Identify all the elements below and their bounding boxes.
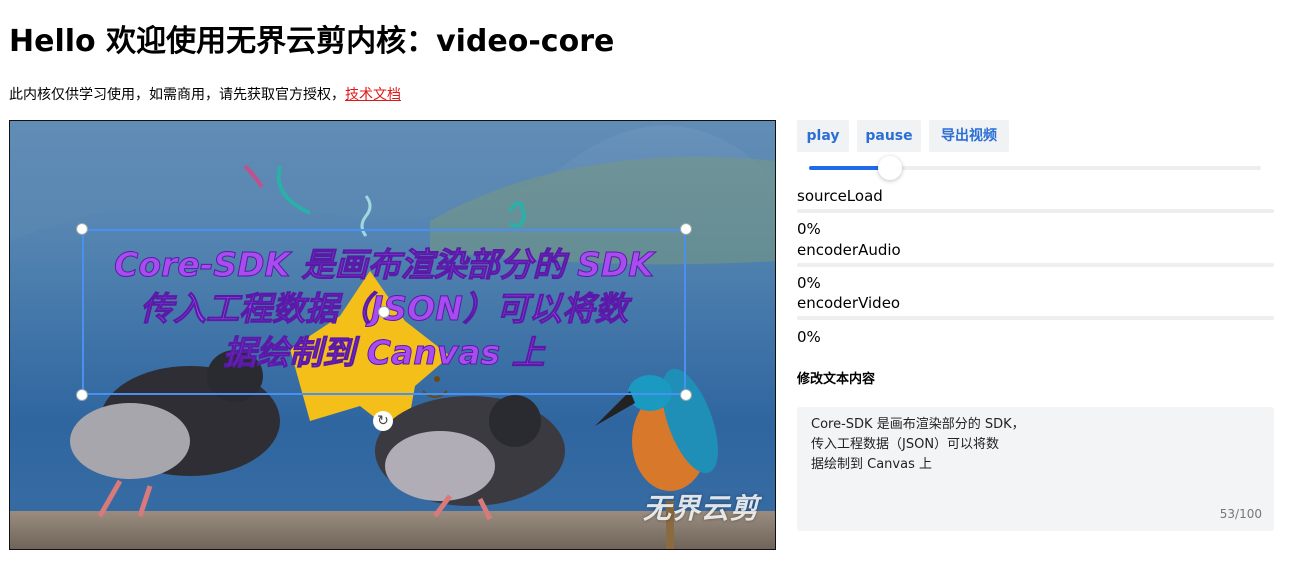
progress-bar-encoder-video bbox=[797, 316, 1274, 320]
play-button[interactable]: play bbox=[797, 120, 849, 152]
progress-label-encoder-video: encoderVideo bbox=[797, 294, 901, 312]
license-notice: 此内核仅供学习使用，如需商用，请先获取官方授权，技术文档 bbox=[9, 85, 401, 105]
char-counter: 53/100 bbox=[1219, 507, 1262, 521]
progress-value-encoder-audio: 0% bbox=[797, 274, 821, 292]
page-title: Hello 欢迎使用无界云剪内核：video-core bbox=[9, 24, 615, 59]
pause-button[interactable]: pause bbox=[857, 120, 921, 152]
slider-thumb[interactable] bbox=[878, 156, 903, 180]
progress-value-source-load: 0% bbox=[797, 220, 821, 238]
edit-text-title: 修改文本内容 bbox=[797, 372, 876, 387]
resize-handle-top-left[interactable] bbox=[76, 223, 88, 235]
textarea-content[interactable]: Core-SDK 是画布渲染部分的 SDK， 传入工程数据（JSON）可以将数 … bbox=[811, 415, 1260, 475]
progress-bar-source-load bbox=[797, 209, 1274, 213]
progress-label-encoder-audio: encoderAudio bbox=[797, 241, 901, 259]
progress-label-source-load: sourceLoad bbox=[797, 187, 883, 205]
doc-link[interactable]: 技术文档 bbox=[345, 87, 401, 103]
notice-text: 此内核仅供学习使用，如需商用，请先获取官方授权， bbox=[9, 87, 345, 103]
resize-handle-center[interactable] bbox=[378, 306, 390, 318]
video-canvas[interactable]: Core-SDK 是画布渲染部分的 SDK 传入工程数据（JSON）可以将数 据… bbox=[9, 120, 776, 550]
resize-handle-bottom-right[interactable] bbox=[680, 389, 692, 401]
caption-line: 据绘制到 Canvas 上 bbox=[223, 333, 545, 373]
caption-textarea[interactable]: Core-SDK 是画布渲染部分的 SDK， 传入工程数据（JSON）可以将数 … bbox=[797, 407, 1274, 531]
rotate-icon[interactable]: ↻ bbox=[373, 411, 393, 431]
resize-handle-bottom-left[interactable] bbox=[76, 389, 88, 401]
resize-handle-top-right[interactable] bbox=[680, 223, 692, 235]
playback-slider[interactable] bbox=[809, 156, 1261, 180]
watermark-logo: 无界云剪 bbox=[642, 492, 759, 525]
export-video-button[interactable]: 导出视频 bbox=[929, 120, 1009, 152]
caption-line: Core-SDK 是画布渲染部分的 SDK bbox=[114, 245, 655, 285]
progress-value-encoder-video: 0% bbox=[797, 328, 821, 346]
progress-bar-encoder-audio bbox=[797, 263, 1274, 267]
